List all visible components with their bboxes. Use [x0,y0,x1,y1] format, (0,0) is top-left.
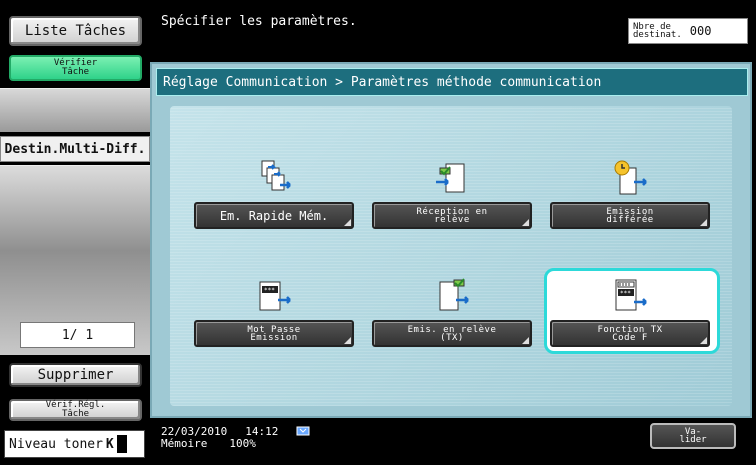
em-rapide-mem-label: Em. Rapide Mém. [219,208,329,223]
verifier-tache-button[interactable]: Vérifier Tâche [9,55,142,81]
f-code-tx-icon: *** [615,279,647,311]
liste-taches-button[interactable]: Liste Tâches [9,16,142,46]
password-tx-icon: *** [259,281,291,311]
supprimer-button[interactable]: Supprimer [9,363,142,387]
emis-en-releve-tx-button[interactable]: Emis. en relève (TX) [372,320,532,347]
reception-en-releve-button[interactable]: Réception en relève [372,202,532,229]
destination-count-box: Nbre de destinat. 000 [628,18,748,44]
left-strip-top [0,88,150,132]
polling-rx-icon [436,163,465,193]
status-footer: 22/03/2010 14:12 Mémoire 100% [161,426,310,450]
breadcrumb: Réglage Communication > Paramètres métho… [156,68,748,96]
dest-label-2: destinat. [633,30,682,40]
em-rapide-mem-button[interactable]: Em. Rapide Mém. [194,202,354,229]
quick-memory-tx-icon [261,160,291,191]
valider-label-2: lider [679,435,707,445]
toner-bar [116,435,127,453]
svg-text:***: *** [620,290,631,297]
emission-differee-button[interactable]: Emission différée [550,202,710,229]
emis-en-releve-tx: Emis. en relève (TX) [372,276,532,356]
fonction-tx-label-2: Code F [612,332,648,343]
toner-level: Niveau toner K [4,430,145,458]
reception-en-releve: Réception en relève [372,158,532,238]
emis-en-releve-label-2: (TX) [440,332,464,343]
mot-passe-emission-button[interactable]: Mot Passe Emission [194,320,354,347]
toner-label: Niveau toner [9,436,103,452]
em-rapide-mem: Em. Rapide Mém. [194,158,354,238]
mot-passe-emission-label-2: Emission [250,332,298,343]
verifier-tache-label-2: Tâche [61,67,90,77]
timer-tx-icon [614,160,647,195]
supprimer-label: Supprimer [37,367,114,383]
destination-count-label: Nbre de destinat. [633,23,682,40]
emission-differee-label-2: différée [606,214,654,225]
page-indicator: 1/ 1 [20,322,135,348]
reception-en-releve-label-2: relève [434,214,470,225]
toner-color: K [105,436,114,452]
function-grid: Em. Rapide Mém. Réception en relève Emis… [170,106,732,406]
fonction-tx-code-f: *** Fonction TX Code F [550,276,710,356]
destination-count-value: 000 [689,24,712,38]
screen: Liste Tâches Vérifier Tâche Destin.Multi… [0,0,756,465]
valider-button[interactable]: Va- lider [650,423,736,449]
main-panel: Réglage Communication > Paramètres métho… [150,62,752,418]
destin-multi-diff-label: Destin.Multi-Diff. [0,136,150,162]
polling-tx-icon [439,278,469,311]
left-panel: Liste Tâches Vérifier Tâche Destin.Multi… [0,0,150,465]
liste-taches-label: Liste Tâches [24,23,127,39]
verif-regl-tache-button[interactable]: Vérif.Régl. Tâche [9,399,142,421]
fonction-tx-code-f-button[interactable]: Fonction TX Code F [550,320,710,347]
emission-differee: Emission différée [550,158,710,238]
header-message: Spécifier les paramètres. [161,14,357,29]
footer-memory-label: Mémoire [161,437,208,450]
mot-passe-emission: *** Mot Passe Emission [194,276,354,356]
network-icon [296,426,310,436]
svg-text:***: *** [264,287,275,294]
footer-memory-value: 100% [229,437,256,450]
verif-regl-label-2: Tâche [61,409,90,419]
